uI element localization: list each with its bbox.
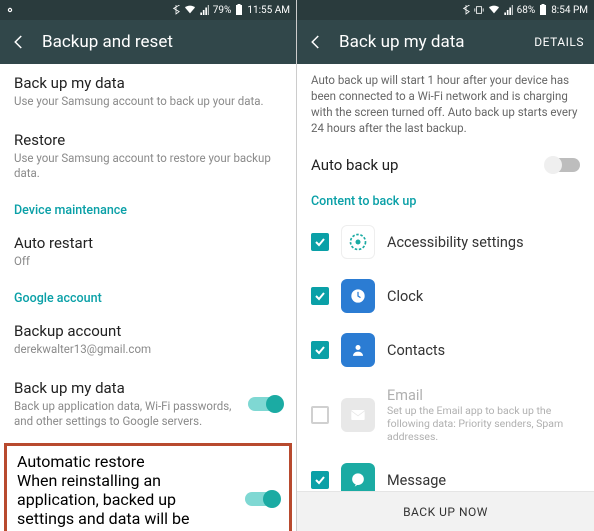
content-label: Contacts [387, 342, 445, 359]
details-button[interactable]: DETAILS [534, 35, 584, 49]
content-item-clock[interactable]: Clock [297, 269, 594, 323]
toggle-auto-restore[interactable] [245, 492, 279, 506]
item-label: Backup account [14, 322, 282, 340]
page-title: Backup and reset [42, 32, 286, 52]
auto-backup-description: Auto back up will start 1 hour after you… [297, 64, 594, 146]
toggle-backup-data[interactable] [248, 397, 282, 411]
section-device-maintenance: Device maintenance [0, 193, 296, 224]
signal-icon [200, 5, 209, 15]
content-item-email[interactable]: Email Set up the Email app to back up th… [297, 377, 594, 453]
check-icon [314, 474, 326, 486]
section-content-to-backup: Content to back up [297, 184, 594, 215]
checkbox[interactable] [311, 471, 329, 489]
check-icon [314, 290, 326, 302]
item-sub: derekwalter13@gmail.com [14, 342, 282, 357]
clock-time: 11:55 AM [247, 5, 290, 16]
back-icon [10, 33, 28, 51]
location-icon [6, 6, 14, 14]
back-icon [307, 33, 325, 51]
item-automatic-restore[interactable]: Automatic restore When reinstalling an a… [4, 443, 292, 531]
content-label: Message [387, 472, 446, 489]
email-icon [341, 398, 375, 432]
signal-icon [504, 5, 513, 15]
battery-icon [235, 4, 243, 16]
item-sub: When reinstalling an application, backed… [17, 471, 237, 531]
back-button[interactable] [307, 33, 325, 51]
item-label: Auto restart [14, 234, 282, 252]
status-bar: 68% 8:54 PM [297, 0, 594, 20]
item-label: Restore [14, 131, 282, 149]
wifi-icon [184, 5, 196, 15]
item-backup-my-data-google[interactable]: Back up my data Back up application data… [0, 369, 296, 441]
checkbox[interactable] [311, 406, 329, 424]
wifi-icon [488, 5, 500, 15]
item-label: Auto back up [311, 156, 398, 174]
item-label: Automatic restore [17, 452, 237, 471]
app-bar: Back up my data DETAILS [297, 20, 594, 64]
screen-backup-reset: 79% 11:55 AM Backup and reset Back up my… [0, 0, 297, 531]
item-auto-backup[interactable]: Auto back up [297, 146, 594, 184]
contacts-icon [341, 333, 375, 367]
bluetooth-icon [172, 5, 180, 15]
content-sub: Set up the Email app to back up the foll… [387, 405, 580, 443]
app-bar: Backup and reset [0, 20, 296, 64]
clock-time: 8:54 PM [551, 5, 588, 16]
page-title: Back up my data [339, 32, 520, 52]
item-sub: Off [14, 254, 282, 269]
settings-list: Back up my data Use your Samsung account… [0, 64, 296, 531]
item-sub: Use your Samsung account to back up your… [14, 94, 282, 109]
content-item-accessibility[interactable]: Accessibility settings [297, 215, 594, 269]
content-label: Accessibility settings [387, 234, 524, 251]
toggle-auto-backup[interactable] [546, 158, 580, 172]
checkbox[interactable] [311, 341, 329, 359]
backup-now-button[interactable]: BACK UP NOW [297, 491, 594, 531]
screen-backup-my-data: 68% 8:54 PM Back up my data DETAILS Auto… [297, 0, 594, 531]
item-restore[interactable]: Restore Use your Samsung account to rest… [0, 121, 296, 193]
content-item-contacts[interactable]: Contacts [297, 323, 594, 377]
battery-icon [539, 4, 547, 16]
item-sub: Back up application data, Wi-Fi password… [14, 399, 240, 429]
content-label: Email [387, 387, 580, 404]
item-sub: Use your Samsung account to restore your… [14, 151, 282, 181]
status-bar: 79% 11:55 AM [0, 0, 296, 20]
checkbox[interactable] [311, 233, 329, 251]
check-icon [314, 236, 326, 248]
item-auto-restart[interactable]: Auto restart Off [0, 224, 296, 281]
item-label: Back up my data [14, 379, 240, 397]
item-backup-my-data[interactable]: Back up my data Use your Samsung account… [0, 64, 296, 121]
section-google-account: Google account [0, 281, 296, 312]
vibrate-icon [474, 5, 484, 15]
bluetooth-icon [462, 5, 470, 15]
accessibility-icon [341, 225, 375, 259]
battery-percent: 68% [517, 5, 536, 16]
item-backup-account[interactable]: Backup account derekwalter13@gmail.com [0, 312, 296, 369]
battery-percent: 79% [213, 5, 232, 16]
content-label: Clock [387, 288, 423, 305]
check-icon [314, 344, 326, 356]
backup-content: Auto back up will start 1 hour after you… [297, 64, 594, 531]
back-button[interactable] [10, 33, 28, 51]
checkbox[interactable] [311, 287, 329, 305]
clock-icon [341, 279, 375, 313]
item-label: Back up my data [14, 74, 282, 92]
